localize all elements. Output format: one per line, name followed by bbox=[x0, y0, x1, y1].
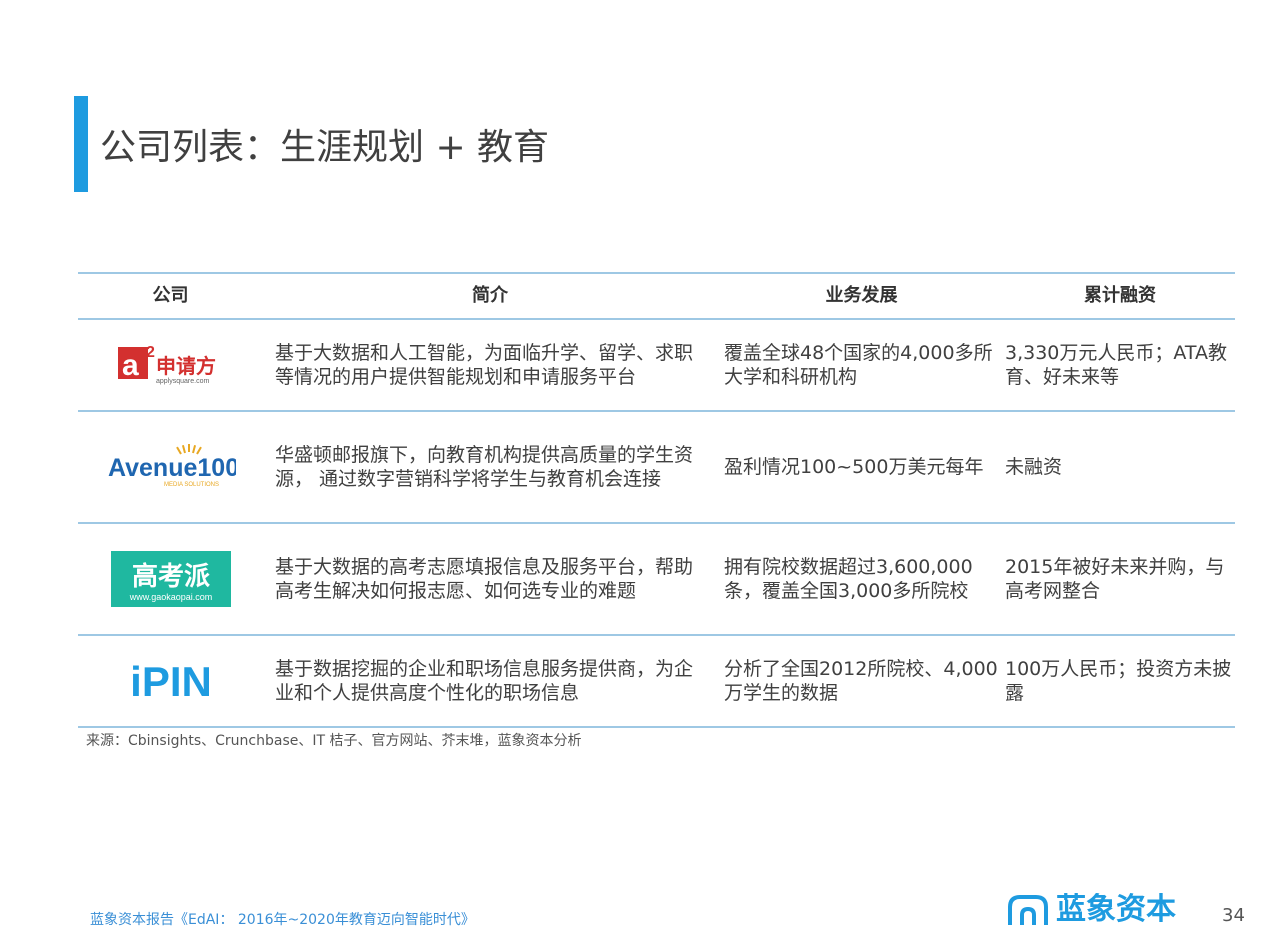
brand-name: 蓝象资本 bbox=[1056, 893, 1176, 925]
page-number: 34 bbox=[1222, 905, 1245, 926]
ipin-logo-name: iPIN bbox=[130, 658, 212, 704]
business-cell: 分析了全国2012所院校、4,000万学生的数据 bbox=[724, 658, 998, 704]
funding-cell: 2015年被好未来并购，与高考网整合 bbox=[1005, 556, 1225, 602]
report-footer: 蓝象资本报告《EdAI： 2016年~2020年教育迈向智能时代》 bbox=[90, 912, 475, 928]
intro-cell: 华盛顿邮报旗下，向教育机构提供高质量的学生资源， 通过数字营销科学将学生与教育机… bbox=[275, 444, 694, 490]
source-note: 来源：Cbinsights、Crunchbase、IT 桔子、官方网站、芥末堆，… bbox=[86, 733, 582, 749]
table-row: a 2 申请方 applysquare.com 基于大数据和人工智能，为面临升学… bbox=[78, 320, 1235, 412]
table-row: Avenue100 MEDIA SOLUTIONS 华盛顿邮报旗下，向教育机构提… bbox=[78, 412, 1235, 524]
business-cell: 覆盖全球48个国家的4,000多所大学和科研机构 bbox=[724, 342, 993, 388]
avenue100-logo-sub: MEDIA SOLUTIONS bbox=[164, 482, 219, 488]
gaokaopai-logo-url: www.gaokaopai.com bbox=[128, 592, 212, 602]
ipin-logo-mark-icon: iPIN bbox=[130, 658, 212, 704]
header-funding: 累计融资 bbox=[1084, 285, 1156, 306]
applysquare-logo-name: 申请方 bbox=[156, 354, 216, 378]
gaokaopai-logo: 高考派 www.gaokaopai.com bbox=[78, 524, 263, 634]
gaokaopai-logo-mark-icon: 高考派 www.gaokaopai.com bbox=[110, 551, 231, 607]
gaokaopai-logo-name: 高考派 bbox=[131, 561, 209, 592]
header-business: 业务发展 bbox=[825, 285, 898, 306]
svg-text:2: 2 bbox=[146, 344, 155, 361]
avenue100-logo-name: Avenue100 bbox=[108, 454, 236, 482]
svg-text:a: a bbox=[122, 349, 139, 382]
intro-cell: 基于大数据的高考志愿填报信息及服务平台，帮助高考生解决如何报志愿、如何选专业的难… bbox=[275, 556, 694, 602]
table-row: 高考派 www.gaokaopai.com 基于大数据的高考志愿填报信息及服务平… bbox=[78, 524, 1235, 636]
header-intro: 简介 bbox=[472, 285, 508, 306]
funding-cell: 100万人民币；投资方未披露 bbox=[1005, 658, 1232, 704]
table-row: iPIN 基于数据挖掘的企业和职场信息服务提供商，为企业和个人提供高度个性化的职… bbox=[78, 636, 1235, 728]
funding-cell: 未融资 bbox=[1005, 456, 1063, 478]
business-cell: 盈利情况100~500万美元每年 bbox=[724, 456, 984, 478]
title-accent-bar bbox=[74, 96, 88, 192]
applysquare-logo-url: applysquare.com bbox=[156, 378, 209, 385]
intro-cell: 基于数据挖掘的企业和职场信息服务提供商，为企业和个人提供高度个性化的职场信息 bbox=[275, 658, 694, 704]
company-table: 公司 简介 业务发展 累计融资 a 2 申请方 applysquare.com … bbox=[78, 272, 1235, 728]
brand-logo: 蓝象资本 bbox=[1006, 893, 1176, 925]
funding-cell: 3,330万元人民币；ATA教育、好未来等 bbox=[1005, 342, 1228, 388]
header-company: 公司 bbox=[152, 285, 189, 306]
ipin-logo: iPIN bbox=[78, 636, 263, 726]
applysquare-logo-mark-icon: a 2 申请方 applysquare.com bbox=[117, 344, 216, 385]
elephant-logo-icon bbox=[1008, 895, 1048, 925]
table-header: 公司 简介 业务发展 累计融资 bbox=[78, 272, 1235, 320]
avenue100-logo-mark-icon: Avenue100 MEDIA SOLUTIONS bbox=[108, 444, 236, 488]
page-title: 公司列表：生涯规划 + 教育 bbox=[100, 127, 550, 168]
business-cell: 拥有院校数据超过3,600,000条，覆盖全国3,000多所院校 bbox=[724, 556, 973, 602]
avenue100-logo: Avenue100 MEDIA SOLUTIONS bbox=[78, 412, 263, 522]
applysquare-logo: a 2 申请方 applysquare.com bbox=[78, 320, 263, 410]
intro-cell: 基于大数据和人工智能，为面临升学、留学、求职等情况的用户提供智能规划和申请服务平… bbox=[275, 342, 694, 388]
